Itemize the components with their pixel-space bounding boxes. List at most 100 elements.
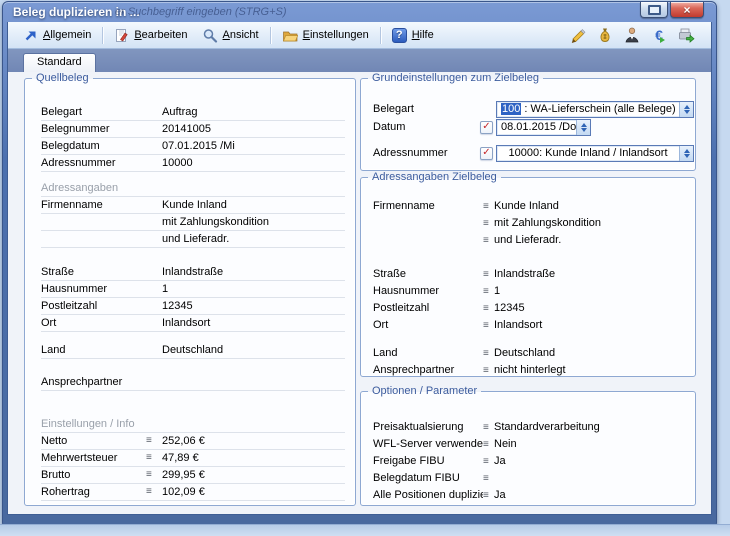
field-row: Preisaktualsierung≡Standardverarbeitung xyxy=(373,419,687,436)
field-label: Firmenname xyxy=(41,198,146,213)
field-value: 1 xyxy=(162,282,345,297)
field-row: Freigabe FIBU≡Ja xyxy=(373,453,687,470)
grundeinstellungen-box: Grundeinstellungen zum Zielbeleg Belegar… xyxy=(360,78,696,171)
field-row: StraßeInlandstraße xyxy=(41,264,345,281)
belegart-row: Belegart 100 : WA-Lieferschein (alle Bel… xyxy=(373,101,695,117)
red-check-icon: ✓ xyxy=(482,147,490,158)
titlebar[interactable]: Beleg duplizieren in ... er Suchbegriff … xyxy=(3,2,716,22)
equals-bullet-icon: ≡ xyxy=(483,438,494,452)
adressnummer-checkbox[interactable]: ✓ xyxy=(480,147,493,160)
datum-label: Datum xyxy=(373,121,480,133)
field-value: mit Zahlungskondition xyxy=(494,216,687,231)
datum-row: Datum ✓ 08.01.2015 /Do xyxy=(373,119,695,135)
field-row: Firmenname≡Kunde Inland xyxy=(373,198,687,215)
field-value: 252,06 € xyxy=(162,434,345,449)
minimize-button[interactable] xyxy=(640,2,668,18)
field-label: Postleitzahl xyxy=(41,299,146,314)
tab-label: Standard xyxy=(37,56,82,68)
euro-icon[interactable]: € xyxy=(650,26,668,44)
field-value: 10000 xyxy=(162,156,345,171)
money-bag-icon[interactable] xyxy=(596,26,614,44)
equals-bullet-icon: ≡ xyxy=(483,364,494,378)
field-label: Mehrwertsteuer xyxy=(41,451,146,466)
window-body: Allgemein Bearbeiten Ansicht xyxy=(7,22,712,515)
field-row: Rohertrag≡102,09 € xyxy=(41,484,345,501)
belegart-dropdown[interactable]: 100 : WA-Lieferschein (alle Belege) xyxy=(496,101,694,118)
field-label: Land xyxy=(41,343,146,358)
field-label: Belegdatum xyxy=(41,139,146,154)
field-label: Ansprechpartner xyxy=(41,375,146,390)
datum-checkbox[interactable]: ✓ xyxy=(480,121,493,134)
adressnummer-dropdown[interactable]: 10000: Kunde Inland / Inlandsort xyxy=(496,145,694,162)
field-value: Deutschland xyxy=(494,346,687,361)
equals-bullet-icon: ≡ xyxy=(483,319,494,333)
equals-bullet-icon: ≡ xyxy=(483,472,494,486)
field-row: und Lieferadr. xyxy=(41,231,345,248)
toolbar-right-icons: € xyxy=(569,26,703,44)
spinner-button[interactable] xyxy=(679,146,693,161)
menu-label: Einstellungen xyxy=(303,29,369,41)
menubar: Allgemein Bearbeiten Ansicht xyxy=(8,22,711,49)
tab-standard[interactable]: Standard xyxy=(23,53,96,72)
equals-bullet-icon: ≡ xyxy=(146,451,162,465)
field-label: Ansprechpartner xyxy=(373,363,483,378)
menu-ansicht[interactable]: Ansicht xyxy=(195,26,266,45)
equals-bullet-icon: ≡ xyxy=(146,485,162,499)
menu-hilfe[interactable]: ? Hilfe xyxy=(385,26,441,45)
person-icon[interactable] xyxy=(623,26,641,44)
equals-bullet-icon: ≡ xyxy=(483,421,494,435)
sign-edit-icon[interactable] xyxy=(569,26,587,44)
menu-label: Allgemein xyxy=(43,29,91,41)
screen: { "window": { "title": "Beleg dupliziere… xyxy=(0,0,730,536)
field-row: Alle Positionen duplizieren≡Ja xyxy=(373,487,687,504)
field-row: Land≡Deutschland xyxy=(373,345,687,362)
field-label: Firmenname xyxy=(373,199,483,214)
field-label: Land xyxy=(373,346,483,361)
quellbeleg-box-title: Quellbeleg xyxy=(32,72,93,85)
spinner-button[interactable] xyxy=(576,120,590,135)
field-label: Alle Positionen duplizieren xyxy=(373,488,483,503)
field-value: 1 xyxy=(494,284,687,299)
optionen-box: Optionen / Parameter Preisaktualsierung≡… xyxy=(360,391,696,506)
field-value: Inlandstraße xyxy=(494,267,687,282)
field-row: Ansprechpartner xyxy=(41,374,345,391)
field-value: 12345 xyxy=(162,299,345,314)
tab-bar: Standard xyxy=(8,49,711,72)
section-header-row: Einstellungen / Info xyxy=(41,416,345,433)
menu-bearbeiten[interactable]: Bearbeiten xyxy=(107,26,194,45)
field-value: Nein xyxy=(494,437,687,452)
adressangaben-ziel-box: Adressangaben Zielbeleg Firmenname≡Kunde… xyxy=(360,177,696,377)
folder-icon xyxy=(282,28,298,43)
field-label: Belegdatum FIBU xyxy=(373,471,483,486)
field-row: Adressnummer10000 xyxy=(41,155,345,172)
field-label: Belegnummer xyxy=(41,122,146,137)
datum-value: 08.01.2015 /Do xyxy=(497,120,576,135)
export-icon[interactable] xyxy=(677,26,695,44)
menu-allgemein[interactable]: Allgemein xyxy=(16,26,98,45)
close-button[interactable]: × xyxy=(670,2,704,18)
field-row: Hausnummer1 xyxy=(41,281,345,298)
field-row: Belegdatum FIBU≡ xyxy=(373,470,687,487)
section-header-row: Adressangaben xyxy=(41,180,345,197)
background-window-edge xyxy=(0,524,730,536)
equals-bullet-icon: ≡ xyxy=(483,489,494,503)
field-row: Ort≡Inlandsort xyxy=(373,317,687,334)
field-label: Freigabe FIBU xyxy=(373,454,483,469)
field-value: Auftrag xyxy=(162,105,345,120)
field-row: Belegnummer20141005 xyxy=(41,121,345,138)
field-row: Brutto≡299,95 € xyxy=(41,467,345,484)
menu-label: Bearbeiten xyxy=(134,29,187,41)
field-row: Hausnummer≡1 xyxy=(373,283,687,300)
field-value: 47,89 € xyxy=(162,451,345,466)
spinner-button[interactable] xyxy=(679,102,693,117)
field-label: Brutto xyxy=(41,468,146,483)
field-value: Kunde Inland xyxy=(162,198,345,213)
datum-field[interactable]: 08.01.2015 /Do xyxy=(496,119,591,136)
field-value: Kunde Inland xyxy=(494,199,687,214)
field-value: mit Zahlungskondition xyxy=(162,215,345,230)
menu-einstellungen[interactable]: Einstellungen xyxy=(275,26,376,45)
dropdown-value: : WA-Lieferschein (alle Belege) xyxy=(521,103,675,115)
field-value: und Lieferadr. xyxy=(494,233,687,248)
field-row: Mehrwertsteuer≡47,89 € xyxy=(41,450,345,467)
equals-bullet-icon: ≡ xyxy=(483,200,494,214)
